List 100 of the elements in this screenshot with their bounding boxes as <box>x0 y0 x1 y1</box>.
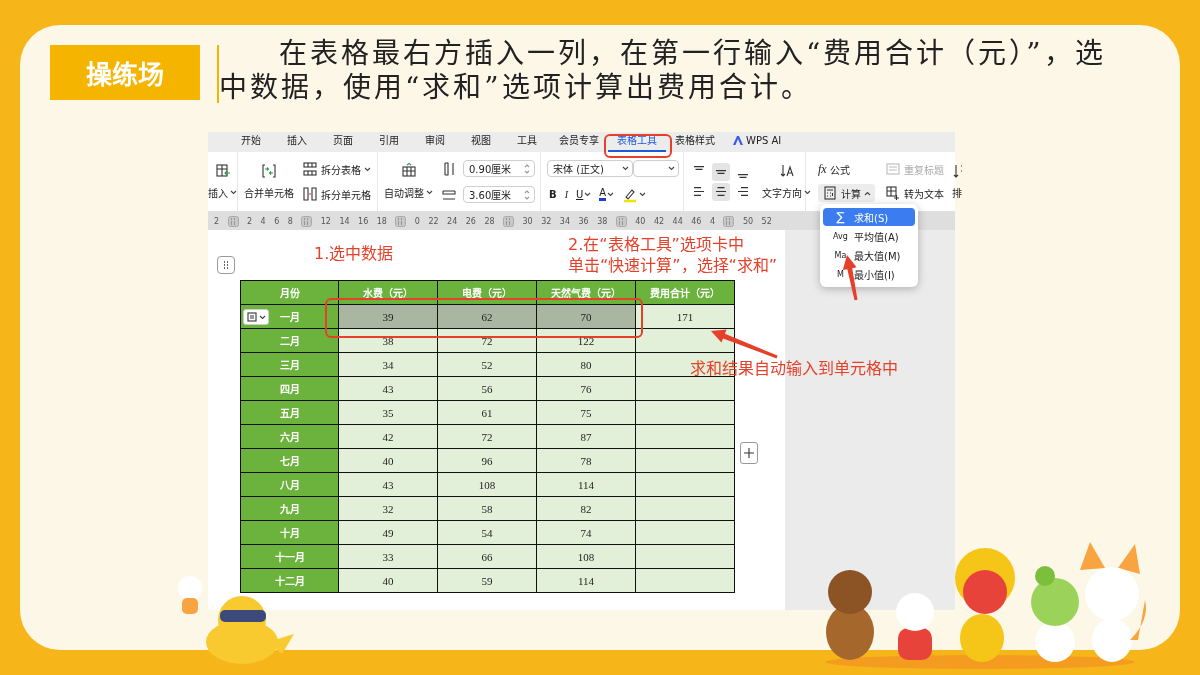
ribbon-tab[interactable]: 表格样式 <box>666 132 724 152</box>
table-cell: 40 <box>338 568 438 593</box>
sort-button[interactable]: 排 <box>952 163 962 200</box>
column-width-icon <box>441 160 457 177</box>
caret-icon <box>584 192 592 197</box>
caret-icon <box>622 165 629 171</box>
ruler-marker-icon[interactable] <box>503 215 515 227</box>
ribbon-tab[interactable]: 页面 <box>320 132 366 152</box>
align-icon <box>716 169 726 174</box>
height-field[interactable]: 3.60厘米 <box>463 186 535 203</box>
formula-button[interactable]: fx 公式 <box>818 161 875 177</box>
ruler-marker-icon[interactable] <box>301 215 313 227</box>
ruler-number: 2 <box>214 216 220 226</box>
convert-text-icon <box>885 185 901 201</box>
section-badge: 操练场 <box>50 45 200 100</box>
autofit-button[interactable]: 自动调整 <box>384 163 433 200</box>
table-cell: 61 <box>437 400 537 425</box>
ribbon-tab[interactable]: 工具 <box>504 132 550 152</box>
merge-cells-button[interactable]: 合并单元格 <box>244 163 294 200</box>
calculate-button[interactable]: 计算 <box>818 184 875 202</box>
ai-logo-icon <box>733 136 743 145</box>
ruler-number: 2 <box>247 216 253 226</box>
caret-icon <box>639 192 647 197</box>
table-row-icon <box>246 311 258 323</box>
align-icon <box>738 173 748 178</box>
ruler-number: 0 <box>414 216 420 226</box>
convert-to-text-button[interactable]: 转为文本 <box>885 184 944 202</box>
ribbon-tab[interactable]: 视图 <box>458 132 504 152</box>
font-size-field[interactable] <box>633 159 679 177</box>
table-cell: 33 <box>338 544 438 569</box>
table-cell: 114 <box>536 568 636 593</box>
ribbon-tab[interactable]: 引用 <box>366 132 412 152</box>
ruler-number: 6 <box>274 216 280 226</box>
ruler-number: 32 <box>541 216 552 226</box>
italic-button[interactable]: I <box>562 188 570 201</box>
table-cell: 49 <box>338 520 438 545</box>
split-table-button[interactable]: 拆分表格 <box>302 161 371 177</box>
split-cells-button[interactable]: 拆分单元格 <box>302 186 371 202</box>
ruler-number: 24 <box>447 216 458 226</box>
ribbon-tab[interactable]: 开始 <box>228 132 274 152</box>
align-icon <box>694 165 704 170</box>
align-button[interactable] <box>712 182 730 201</box>
ruler-number: 18 <box>376 216 387 226</box>
ruler-number: 52 <box>761 216 772 226</box>
menu-item[interactable]: Avg 平均值(A) <box>823 227 915 245</box>
insert-table-icon <box>214 163 231 179</box>
table-cell: 108 <box>437 472 537 497</box>
column-header: 天然气费（元） <box>536 280 636 305</box>
text-direction-button[interactable]: 文字方向 <box>762 163 811 200</box>
add-column-button[interactable] <box>740 442 758 464</box>
table-cell: 62 <box>437 304 537 329</box>
width-field[interactable]: 0.90厘米 <box>463 160 535 177</box>
table-cell: 96 <box>437 448 537 473</box>
table-cell: 74 <box>536 520 636 545</box>
align-button[interactable] <box>712 162 730 181</box>
table-cell: 40 <box>338 448 438 473</box>
column-header: 电费（元） <box>437 280 537 305</box>
split-table-icon <box>302 161 318 177</box>
ruler-marker-icon[interactable] <box>395 215 407 227</box>
caret-icon <box>607 192 615 197</box>
ribbon-tab[interactable]: 插入 <box>274 132 320 152</box>
ruler-number: 36 <box>578 216 589 226</box>
ruler-number: 22 <box>428 216 439 226</box>
ruler-number: 42 <box>653 216 665 226</box>
month-cell: 八月 <box>240 472 339 497</box>
ruler-number: 16 <box>358 216 369 226</box>
ruler-number: 26 <box>465 216 476 226</box>
ruler-marker-icon[interactable] <box>723 215 735 227</box>
table-cell: 42 <box>338 424 438 449</box>
font-field[interactable]: 宋体 (正文) <box>547 159 633 177</box>
menu-item[interactable]: M 最小值(I) <box>823 265 915 283</box>
table-cell: 43 <box>338 472 438 497</box>
ruler-number: 38 <box>597 216 608 226</box>
bold-button[interactable]: B <box>547 188 559 201</box>
table-cell: 75 <box>536 400 636 425</box>
cell-menu-button[interactable] <box>243 309 269 325</box>
ruler-marker-icon[interactable] <box>227 215 239 227</box>
merge-cells-icon <box>261 163 277 179</box>
insert-button[interactable]: 插入 <box>208 163 237 200</box>
ruler-number: 4 <box>709 216 715 226</box>
ribbon-tab[interactable]: 审阅 <box>412 132 458 152</box>
underline-button[interactable]: U <box>573 188 594 201</box>
ribbon-tab[interactable]: WPS AI <box>724 132 791 152</box>
ruler-marker-icon[interactable] <box>615 215 627 227</box>
table-cell: 80 <box>536 352 636 377</box>
table-cell: 35 <box>338 400 438 425</box>
menu-item[interactable]: ∑ 求和(S) <box>823 208 915 226</box>
menu-item[interactable]: Ma 最大值(M) <box>823 246 915 264</box>
ribbon-tab[interactable]: 会员专享 <box>550 132 608 152</box>
table-move-handle[interactable] <box>217 256 235 274</box>
step-note: 2.在“表格工具”选项卡中 <box>568 235 744 255</box>
font-color-button[interactable]: A <box>597 187 617 202</box>
month-cell: 六月 <box>240 424 339 449</box>
plus-icon <box>743 446 755 460</box>
calculator-icon <box>822 185 838 201</box>
ruler-number: 14 <box>339 216 350 226</box>
caret-icon <box>364 166 371 172</box>
pointer-arrow <box>711 329 778 359</box>
caret-icon <box>230 190 237 195</box>
ruler-number: 34 <box>559 216 570 226</box>
